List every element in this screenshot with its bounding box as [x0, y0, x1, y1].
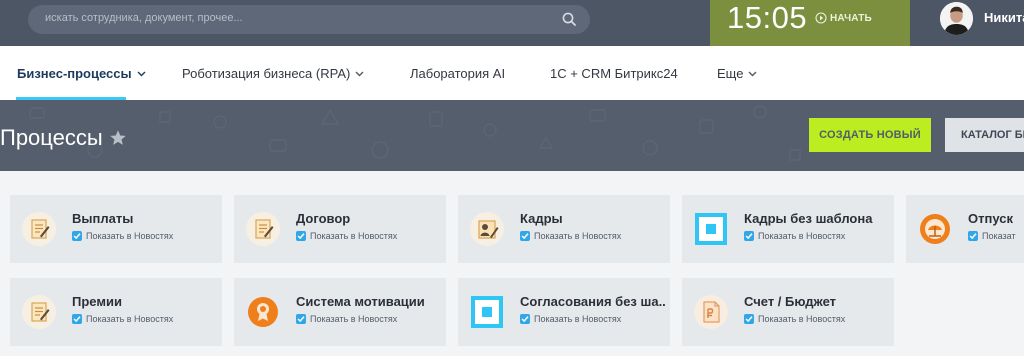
user-name[interactable]: Никита	[984, 10, 1024, 25]
checkbox-label: Показать в Новостях	[310, 314, 398, 324]
checkbox-label: Показать в Новостях	[310, 231, 398, 241]
process-card-bonuses[interactable]: Премии Показать в Новостях	[10, 278, 222, 346]
invoice-icon	[694, 295, 728, 329]
create-new-button[interactable]: СОЗДАТЬ НОВЫЙ	[809, 118, 931, 152]
show-in-news-checkbox[interactable]: Показать в Новостях	[520, 231, 621, 241]
checkbox-label: Показать в Новостях	[758, 231, 846, 241]
process-card-contract[interactable]: Договор Показать в Новостях	[234, 195, 446, 263]
checkbox-label: Показать в Новостях	[86, 314, 174, 324]
checkbox-checked-icon	[744, 231, 754, 241]
search-icon[interactable]	[561, 11, 578, 28]
document-pen-icon	[246, 212, 280, 246]
show-in-news-checkbox[interactable]: Показать в Новостях	[744, 314, 845, 324]
document-pen-icon	[22, 295, 56, 329]
card-title: Кадры	[520, 211, 563, 226]
square-frame-icon	[471, 296, 503, 328]
avatar[interactable]	[940, 2, 973, 35]
start-day-label: НАЧАТЬ	[830, 12, 872, 24]
show-in-news-checkbox[interactable]: Показать в Новостях	[520, 314, 621, 324]
nav-item-business-processes[interactable]: Бизнес-процессы	[17, 66, 146, 81]
process-card-vacation[interactable]: Отпуск Показат	[906, 195, 1024, 263]
vacation-icon	[920, 214, 950, 244]
nav-item-label: Лаборатория AI	[410, 66, 506, 81]
show-in-news-checkbox[interactable]: Показать в Новостях	[296, 231, 397, 241]
checkbox-checked-icon	[744, 314, 754, 324]
top-bar: искать сотрудника, документ, прочее... 1…	[0, 0, 1024, 46]
page-title: Процессы	[0, 125, 127, 151]
checkbox-checked-icon	[520, 231, 530, 241]
clock-time: 15:05	[727, 0, 808, 35]
checkbox-checked-icon	[520, 314, 530, 324]
checkbox-label: Показать в Новостях	[758, 314, 846, 324]
medal-icon	[248, 297, 278, 327]
personnel-document-icon	[470, 212, 504, 246]
card-title: Счет / Бюджет	[744, 294, 837, 309]
nav-item-1c-crm[interactable]: 1С + CRM Битрикс24	[550, 66, 678, 81]
start-day-button[interactable]: НАЧАТЬ	[815, 11, 872, 25]
card-title: Система мотивации	[296, 294, 425, 309]
chevron-down-icon	[748, 71, 757, 76]
card-title: Согласования без ша...	[520, 294, 665, 309]
nav-item-label: Роботизация бизнеса (RPA)	[182, 66, 351, 81]
show-in-news-checkbox[interactable]: Показат	[968, 231, 1016, 241]
square-frame-icon	[695, 213, 727, 245]
nav-item-label: Бизнес-процессы	[17, 66, 132, 81]
checkbox-checked-icon	[296, 314, 306, 324]
document-pen-icon	[22, 212, 56, 246]
nav-item-label: Еще	[717, 66, 744, 81]
chevron-down-icon	[355, 71, 364, 76]
nav-item-ai-lab[interactable]: Лаборатория AI	[410, 66, 505, 81]
star-icon[interactable]	[109, 129, 127, 147]
card-title: Кадры без шаблона	[744, 211, 873, 226]
checkbox-checked-icon	[72, 231, 82, 241]
card-title: Выплаты	[72, 211, 134, 226]
checkbox-checked-icon	[968, 231, 978, 241]
checkbox-label: Показат	[982, 231, 1016, 241]
checkbox-checked-icon	[72, 314, 82, 324]
checkbox-checked-icon	[296, 231, 306, 241]
process-card-motivation[interactable]: Система мотивации Показать в Новостях	[234, 278, 446, 346]
card-title: Премии	[72, 294, 122, 309]
nav-item-label: 1С + CRM Битрикс24	[550, 66, 678, 81]
show-in-news-checkbox[interactable]: Показать в Новостях	[72, 231, 173, 241]
page-title-text: Процессы	[0, 125, 103, 150]
show-in-news-checkbox[interactable]: Показать в Новостях	[744, 231, 845, 241]
work-day-clock: 15:05 НАЧАТЬ	[710, 0, 910, 46]
process-card-payments[interactable]: Выплаты Показать в Новостях	[10, 195, 222, 263]
nav-item-more[interactable]: Еще	[717, 66, 757, 81]
checkbox-label: Показать в Новостях	[534, 314, 622, 324]
checkbox-label: Показать в Новостях	[86, 231, 174, 241]
show-in-news-checkbox[interactable]: Показать в Новостях	[72, 314, 173, 324]
play-icon	[815, 12, 827, 24]
search-input[interactable]: искать сотрудника, документ, прочее...	[28, 5, 590, 34]
search-placeholder: искать сотрудника, документ, прочее...	[45, 12, 243, 24]
process-card-personnel[interactable]: Кадры Показать в Новостях	[458, 195, 670, 263]
catalog-button[interactable]: КАТАЛОГ БИ	[945, 118, 1024, 152]
user-photo	[940, 2, 973, 35]
nav-item-rpa[interactable]: Роботизация бизнеса (RPA)	[182, 66, 364, 81]
card-title: Отпуск	[968, 211, 1013, 226]
checkbox-label: Показать в Новостях	[534, 231, 622, 241]
card-title: Договор	[296, 211, 351, 226]
chevron-down-icon	[137, 71, 146, 76]
show-in-news-checkbox[interactable]: Показать в Новостях	[296, 314, 397, 324]
process-card-invoice-budget[interactable]: Счет / Бюджет Показать в Новостях	[682, 278, 894, 346]
main-nav: Бизнес-процессы Роботизация бизнеса (RPA…	[0, 46, 1024, 100]
process-card-personnel-no-template[interactable]: Кадры без шаблона Показать в Новостях	[682, 195, 894, 263]
process-card-approvals-no-template[interactable]: Согласования без ша... Показать в Новост…	[458, 278, 670, 346]
process-cards: Выплаты Показать в Новостях Договор Пока…	[0, 171, 1024, 356]
